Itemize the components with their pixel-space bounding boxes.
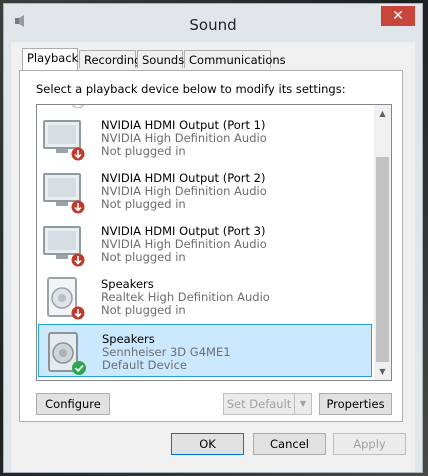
default-check-icon [72, 361, 86, 375]
device-item[interactable]: NVIDIA HDMI Output (Port 2) NVIDIA High … [38, 164, 372, 217]
instruction-text: Select a playback device below to modify… [36, 82, 346, 96]
device-list[interactable]: NVIDIA HDMI Output (Port 1) NVIDIA High … [36, 104, 392, 381]
close-button[interactable]: ✕ [381, 6, 415, 26]
device-item[interactable]: Speakers Realtek High Definition Audio N… [38, 270, 372, 323]
monitor-icon [43, 173, 85, 214]
tab-recording[interactable]: Recording [79, 50, 142, 68]
device-item[interactable]: NVIDIA HDMI Output (Port 1) NVIDIA High … [38, 111, 372, 164]
device-item-selected[interactable]: Speakers Sennheiser 3D G4ME1 Default Dev… [38, 324, 372, 377]
unplugged-icon [71, 147, 85, 161]
vertical-scrollbar[interactable]: ▲ ▼ [374, 105, 391, 380]
scrollbar-thumb[interactable] [376, 157, 389, 362]
set-default-button[interactable]: Set Default [223, 393, 295, 415]
playback-panel: Select a playback device below to modify… [19, 70, 403, 422]
set-default-dropdown-icon[interactable]: ▼ [294, 393, 312, 415]
scroll-up-icon[interactable]: ▲ [374, 105, 391, 122]
monitor-icon [43, 120, 85, 161]
properties-button[interactable]: Properties [319, 393, 392, 415]
configure-button[interactable]: Configure [36, 393, 110, 415]
device-item[interactable]: NVIDIA HDMI Output (Port 3) NVIDIA High … [38, 217, 372, 270]
unplugged-icon [71, 200, 85, 214]
tab-playback[interactable]: Playback [22, 48, 78, 70]
apply-button[interactable]: Apply [333, 433, 406, 455]
device-status: Not plugged in [101, 250, 186, 264]
device-item-partial[interactable] [38, 105, 372, 111]
scroll-down-icon[interactable]: ▼ [374, 363, 391, 380]
monitor-icon [72, 105, 84, 108]
speaker-icon [48, 332, 86, 375]
device-status: Default Device [102, 358, 188, 372]
cancel-button[interactable]: Cancel [253, 433, 326, 455]
title-bar[interactable]: Sound ✕ [4, 4, 422, 42]
unplugged-icon [71, 306, 85, 320]
device-status: Not plugged in [101, 197, 186, 211]
window-title: Sound [189, 16, 237, 34]
device-status: Not plugged in [101, 303, 186, 317]
tab-sounds[interactable]: Sounds [137, 50, 184, 68]
unplugged-icon [71, 253, 85, 267]
speaker-icon [47, 277, 85, 320]
tab-communications[interactable]: Communications [184, 50, 286, 68]
monitor-icon [43, 226, 85, 267]
ok-button[interactable]: OK [171, 433, 244, 455]
device-status: Not plugged in [101, 144, 186, 158]
